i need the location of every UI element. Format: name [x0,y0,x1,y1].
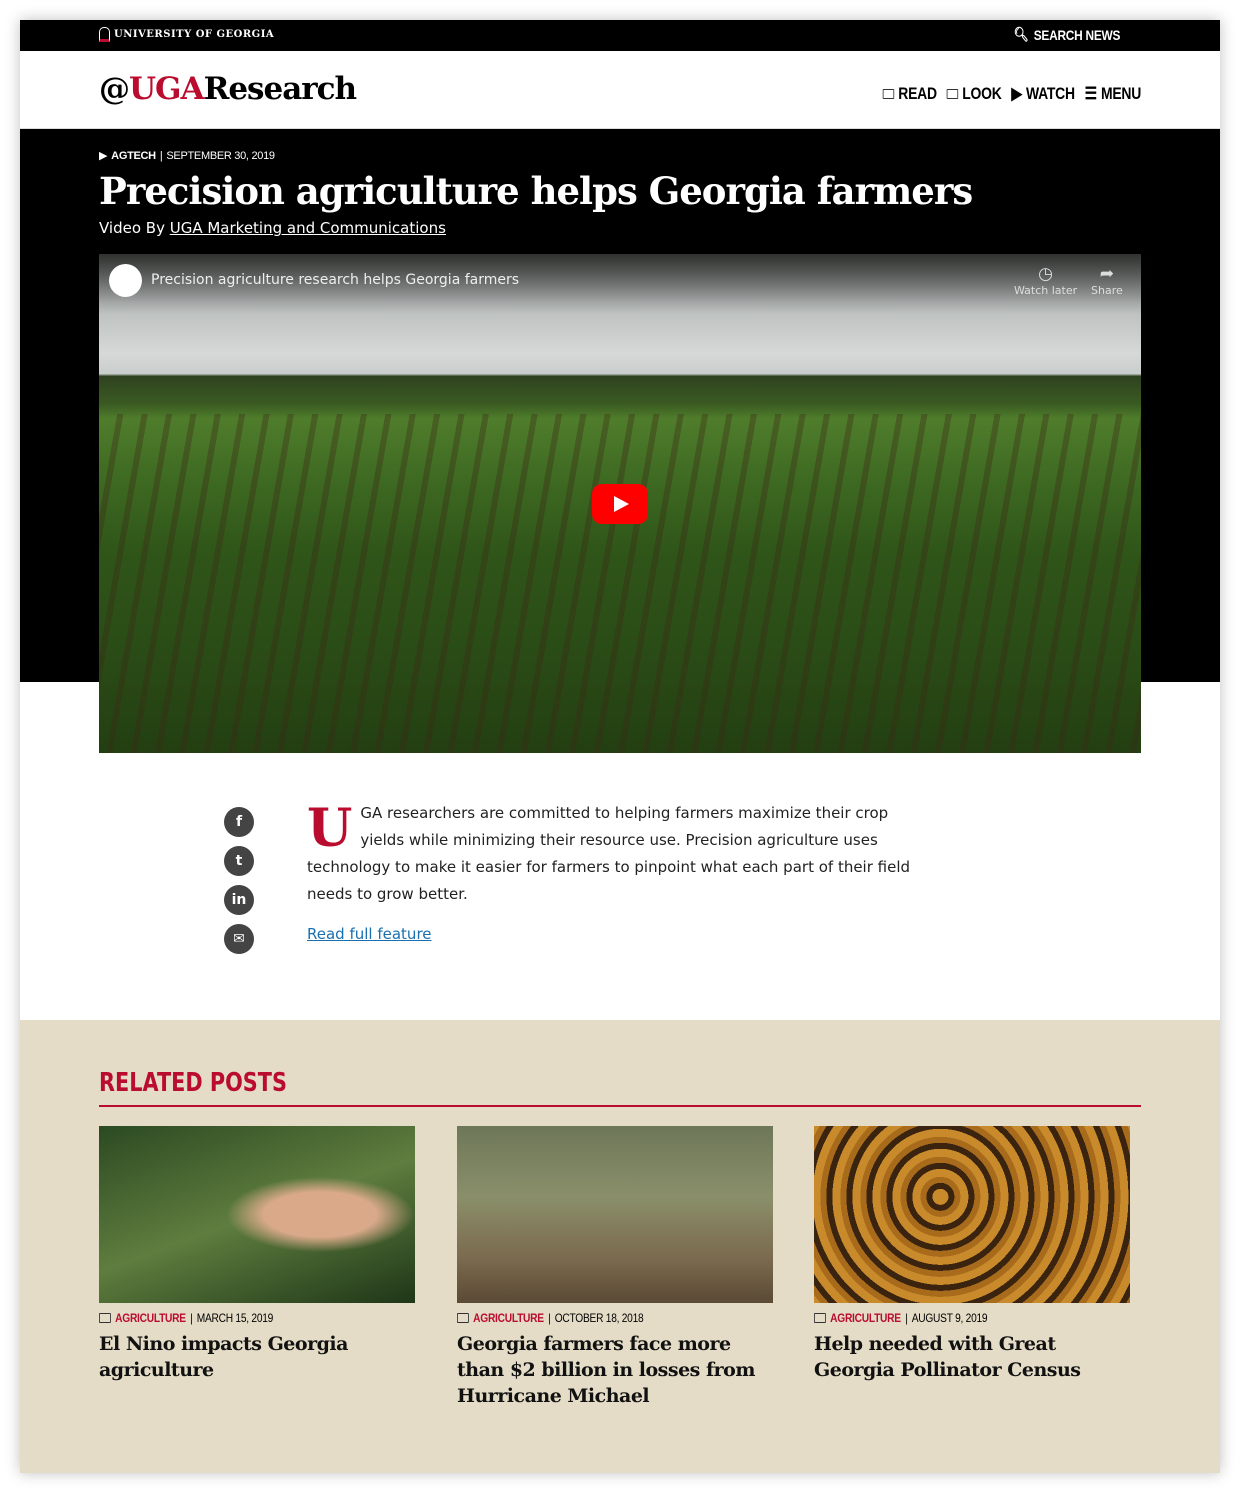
related-post[interactable]: AGRICULTURE | AUGUST 9, 2019 Help needed w… [814,1126,1130,1383]
post-category[interactable]: AGRICULTURE [473,1311,544,1325]
nav-label: WATCH [1025,84,1075,103]
article-body: U GA researchers are committed to helping… [307,800,917,908]
post-title[interactable]: Help needed with Great Georgia Pollinato… [814,1331,1130,1383]
main-nav: READ LOOK ▶︎ WATCH ☰ MENU [882,84,1142,104]
logo-uga: UGA [129,71,205,107]
top-bar: UNIVERSITY OF GEORGIA 🔍︎ SEARCH NEWS [20,20,1220,51]
social-share: f t in ✉ [224,807,254,954]
divider: | [905,1311,908,1325]
university-link[interactable]: UNIVERSITY OF GEORGIA [99,27,274,42]
newspaper-icon [457,1313,469,1323]
nav-look[interactable]: LOOK [946,84,1002,104]
divider [99,1105,1141,1107]
byline: Video By UGA Marketing and Communication… [99,219,446,237]
play-circle-icon: ▶︎ [99,150,108,162]
read-full-feature-link[interactable]: Read full feature [307,925,432,943]
nav-label: LOOK [962,84,1002,103]
play-button[interactable] [592,484,648,524]
post-date: AUGUST 9, 2019 [911,1311,988,1325]
article-hero: ▶︎ AGTECH | SEPTEMBER 30, 2019 Precision ag… [20,129,1220,753]
logo-at: @ [99,71,130,107]
drop-cap: U [307,798,353,859]
post-meta: AGRICULTURE | OCTOBER 18, 2018 [457,1311,726,1325]
twitter-icon[interactable]: t [224,846,254,876]
newspaper-icon [882,89,895,99]
search-label: SEARCH NEWS [1033,26,1121,43]
university-name: UNIVERSITY OF GEORGIA [114,29,275,40]
byline-prefix: Video By [99,219,170,237]
video-thumbnail [99,414,1141,753]
article-date: SEPTEMBER 30, 2019 [166,149,275,162]
newspaper-icon [99,1313,111,1323]
divider: | [190,1311,193,1325]
divider: | [548,1311,551,1325]
post-image[interactable] [814,1126,1130,1303]
post-image[interactable] [457,1126,773,1303]
share-label: Share [1091,284,1123,297]
video-title[interactable]: Precision agriculture research helps Geo… [151,272,519,288]
share-button[interactable]: ➦ Share [1091,264,1123,297]
site-header: @UGAResearch READ LOOK ▶︎ WATCH ☰ MENU [20,51,1220,129]
related-heading: RELATED POSTS [99,1068,287,1098]
logo-research: Research [203,71,357,107]
author-link[interactable]: UGA Marketing and Communications [170,219,446,237]
images-icon [946,89,959,99]
nav-label: READ [898,84,937,103]
newspaper-icon [814,1313,826,1323]
play-circle-icon: ▶︎ [1011,84,1022,103]
post-meta: AGRICULTURE | MARCH 15, 2019 [99,1311,368,1325]
linkedin-icon[interactable]: in [224,885,254,915]
article-text: GA researchers are committed to helping … [307,804,911,903]
post-image[interactable] [99,1126,415,1303]
post-category[interactable]: AGRICULTURE [830,1311,901,1325]
page: UNIVERSITY OF GEORGIA 🔍︎ SEARCH NEWS @UGA… [20,20,1220,1473]
related-post[interactable]: AGRICULTURE | OCTOBER 18, 2018 Georgia far… [457,1126,773,1409]
nav-read[interactable]: READ [882,84,937,104]
share-icon: ➦ [1099,264,1114,284]
post-date: OCTOBER 18, 2018 [554,1311,644,1325]
search-icon: 🔍︎ [1013,26,1029,42]
nav-menu[interactable]: ☰ MENU [1084,84,1142,104]
search-news-button[interactable]: 🔍︎ SEARCH NEWS [1013,26,1121,43]
channel-avatar[interactable] [109,264,142,297]
category-link[interactable]: AGTECH [111,150,156,162]
hamburger-icon: ☰ [1084,84,1098,103]
post-category[interactable]: AGRICULTURE [115,1311,186,1325]
arch-logo-icon [99,27,110,42]
page-title: Precision agriculture helps Georgia farm… [99,169,973,213]
watch-later-button[interactable]: ◷ Watch later [1014,264,1077,297]
post-meta: AGRICULTURE | AUGUST 9, 2019 [814,1311,1083,1325]
related-post[interactable]: AGRICULTURE | MARCH 15, 2019 El Nino impac… [99,1126,415,1383]
post-title[interactable]: Georgia farmers face more than $2 billio… [457,1331,773,1409]
article-meta: ▶︎ AGTECH | SEPTEMBER 30, 2019 [99,149,275,163]
post-title[interactable]: El Nino impacts Georgia agriculture [99,1331,415,1383]
watch-later-label: Watch later [1014,284,1078,297]
site-logo[interactable]: @UGAResearch [99,71,357,107]
nav-watch[interactable]: ▶︎ WATCH [1011,84,1075,104]
divider: | [159,149,163,162]
post-date: MARCH 15, 2019 [196,1311,274,1325]
clock-icon: ◷ [1038,264,1053,284]
facebook-icon[interactable]: f [224,807,254,837]
email-icon[interactable]: ✉ [224,924,254,954]
video-player[interactable]: Precision agriculture research helps Geo… [99,254,1141,753]
related-posts: RELATED POSTS AGRICULTURE | MARCH 15, 2019… [20,1020,1220,1473]
nav-label: MENU [1100,84,1141,103]
